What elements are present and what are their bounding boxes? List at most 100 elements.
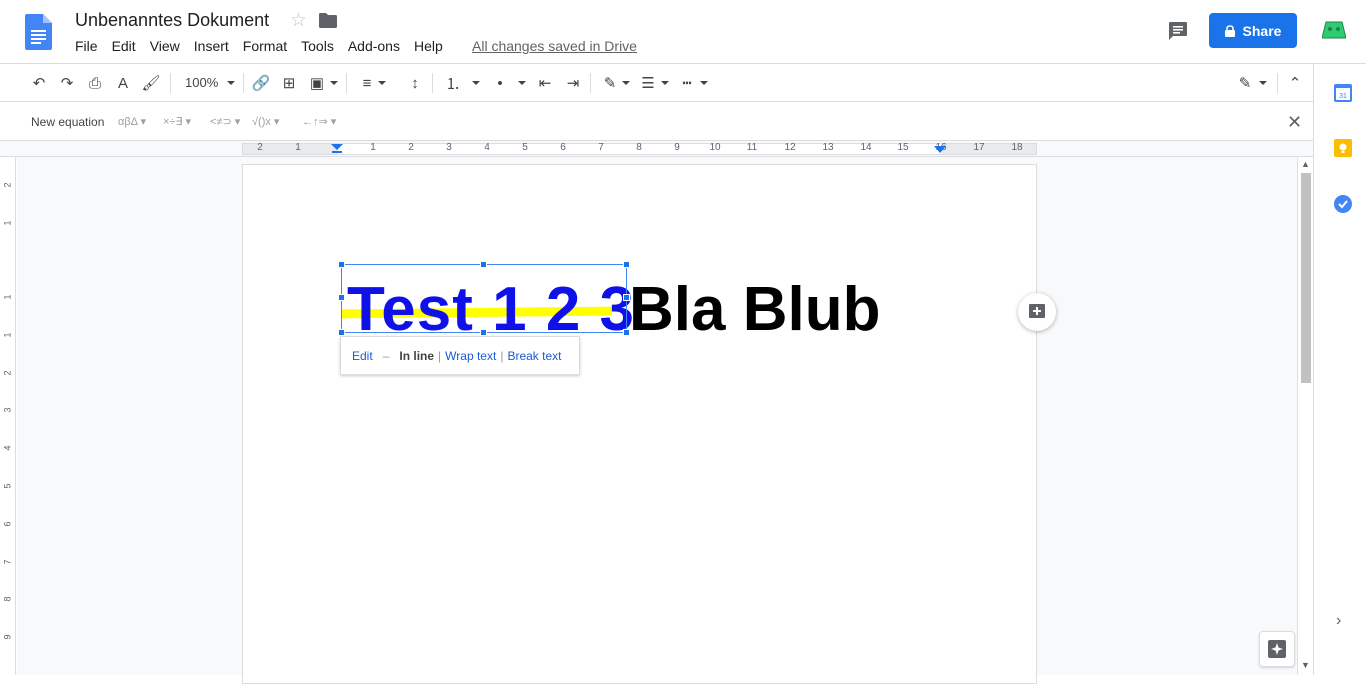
increase-indent-icon[interactable]: ⇥: [563, 73, 583, 93]
line-spacing-icon[interactable]: ↕: [405, 73, 425, 93]
horizontal-ruler: 21123456789101112131415161718: [0, 141, 1313, 157]
break-text-option[interactable]: Break text: [507, 349, 561, 363]
redo-icon[interactable]: ↷: [57, 73, 77, 93]
menu-file[interactable]: File: [75, 38, 98, 58]
docs-logo-icon[interactable]: [25, 14, 52, 50]
left-indent-marker-icon[interactable]: [331, 144, 343, 154]
border-weight-caret-icon[interactable]: [661, 81, 669, 85]
resize-handle-nw[interactable]: [338, 261, 345, 268]
paint-format-icon[interactable]: 🖌: [141, 73, 161, 93]
ruler-number: 5: [522, 142, 528, 153]
ruler-number: 10: [709, 142, 721, 153]
image-menu-pipe: |: [500, 348, 504, 363]
document-page[interactable]: [242, 164, 1037, 684]
collapse-chevron-icon[interactable]: ⌃: [1285, 73, 1305, 93]
menu-addons[interactable]: Add-ons: [348, 38, 400, 58]
resize-handle-ne[interactable]: [623, 261, 630, 268]
avatar[interactable]: [1322, 18, 1346, 40]
math-operators-menu[interactable]: √()x ▾: [252, 115, 279, 128]
scroll-thumb[interactable]: [1301, 173, 1311, 383]
menu-bar: File Edit View Insert Format Tools Add-o…: [75, 38, 457, 58]
align-caret-icon[interactable]: [378, 81, 386, 85]
menu-format[interactable]: Format: [243, 38, 287, 58]
image-selection-box[interactable]: [341, 264, 627, 333]
right-indent-marker-icon[interactable]: [934, 146, 946, 154]
close-icon[interactable]: ✕: [1287, 112, 1302, 133]
numbered-list-caret-icon[interactable]: [472, 81, 480, 85]
editing-mode-caret-icon[interactable]: [1259, 81, 1267, 85]
folder-icon[interactable]: [319, 13, 337, 28]
add-comment-icon[interactable]: ⊞: [279, 73, 299, 93]
misc-operations-menu[interactable]: ×÷∃ ▾: [163, 115, 191, 128]
border-dash-icon[interactable]: ┅: [677, 73, 697, 93]
wrap-text-option[interactable]: Wrap text: [445, 349, 496, 363]
menu-view[interactable]: View: [150, 38, 180, 58]
formatting-toolbar: ↶ ↷ ⎙ A 🖌 100% 🔗 ⊞ ▣ ≡ ↕ ⒈ • ⇤ ⇥ ✎ ☰ ┅ ✎…: [0, 64, 1313, 102]
ruler-number: 4: [484, 142, 490, 153]
numbered-list-icon[interactable]: ⒈: [443, 73, 463, 93]
align-left-icon[interactable]: ≡: [357, 73, 377, 93]
vertical-scrollbar[interactable]: ▲ ▼: [1297, 157, 1313, 675]
zoom-select[interactable]: 100%: [185, 75, 218, 90]
bulleted-list-icon[interactable]: •: [490, 73, 510, 93]
resize-handle-w[interactable]: [338, 294, 345, 301]
ruler-number: 2: [408, 142, 414, 153]
ruler-number: 7: [598, 142, 604, 153]
math-operators-label: √()x: [252, 116, 271, 128]
zoom-caret-icon[interactable]: [227, 81, 235, 85]
document-title[interactable]: Unbenanntes Dokument: [75, 10, 269, 31]
decrease-indent-icon[interactable]: ⇤: [535, 73, 555, 93]
ruler-number: 1: [295, 142, 301, 153]
border-color-icon[interactable]: ✎: [600, 73, 620, 93]
arrows-menu[interactable]: ←↑⇒ ▾: [302, 115, 336, 128]
image-edit-link[interactable]: Edit: [352, 349, 373, 363]
insert-image-icon[interactable]: ▣: [307, 73, 327, 93]
border-color-caret-icon[interactable]: [622, 81, 630, 85]
add-comment-button[interactable]: [1018, 293, 1056, 331]
border-weight-icon[interactable]: ☰: [638, 73, 658, 93]
body-text[interactable]: Bla Blub: [629, 274, 880, 345]
resize-handle-se[interactable]: [623, 329, 630, 336]
lock-icon: [1224, 24, 1235, 37]
bulleted-list-caret-icon[interactable]: [518, 81, 526, 85]
resize-handle-e[interactable]: [623, 294, 630, 301]
scroll-down-icon[interactable]: ▼: [1301, 660, 1310, 670]
spellcheck-icon[interactable]: A: [113, 73, 133, 93]
explore-button[interactable]: [1259, 631, 1295, 667]
ruler-number: 3: [446, 142, 452, 153]
tasks-icon[interactable]: [1334, 195, 1352, 213]
chevron-right-icon[interactable]: ›: [1336, 612, 1341, 630]
vertical-ruler-number: 2: [2, 182, 13, 188]
vertical-ruler-number: 1: [2, 294, 13, 300]
share-button[interactable]: Share: [1209, 13, 1297, 48]
new-equation-button[interactable]: New equation: [31, 115, 104, 129]
print-icon[interactable]: ⎙: [85, 73, 105, 93]
scroll-up-icon[interactable]: ▲: [1301, 159, 1310, 169]
editing-mode-icon[interactable]: ✎: [1235, 73, 1255, 93]
calendar-icon[interactable]: 31: [1334, 84, 1352, 102]
menu-tools[interactable]: Tools: [301, 38, 334, 58]
ruler-number: 18: [1011, 142, 1023, 153]
comments-icon[interactable]: [1168, 21, 1188, 41]
greek-letters-menu[interactable]: αβΔ ▾: [118, 115, 146, 128]
image-options-menu: Edit – In line | Wrap text | Break text: [340, 336, 580, 375]
resize-handle-s[interactable]: [480, 329, 487, 336]
border-dash-caret-icon[interactable]: [700, 81, 708, 85]
image-menu-pipe: |: [438, 348, 442, 363]
relations-menu[interactable]: <≠⊃ ▾: [210, 115, 240, 128]
image-caret-icon[interactable]: [330, 81, 338, 85]
misc-operations-label: ×÷∃: [163, 116, 183, 128]
ruler-number: 12: [784, 142, 796, 153]
link-icon[interactable]: 🔗: [251, 73, 271, 93]
resize-handle-n[interactable]: [480, 261, 487, 268]
save-status-link[interactable]: All changes saved in Drive: [472, 38, 637, 54]
in-line-option[interactable]: In line: [399, 349, 434, 363]
undo-icon[interactable]: ↶: [29, 73, 49, 93]
menu-edit[interactable]: Edit: [112, 38, 136, 58]
star-icon[interactable]: ☆: [290, 9, 307, 32]
arrows-label: ←↑⇒: [302, 116, 328, 128]
menu-help[interactable]: Help: [414, 38, 443, 58]
keep-icon[interactable]: [1334, 139, 1352, 157]
resize-handle-sw[interactable]: [338, 329, 345, 336]
menu-insert[interactable]: Insert: [194, 38, 229, 58]
